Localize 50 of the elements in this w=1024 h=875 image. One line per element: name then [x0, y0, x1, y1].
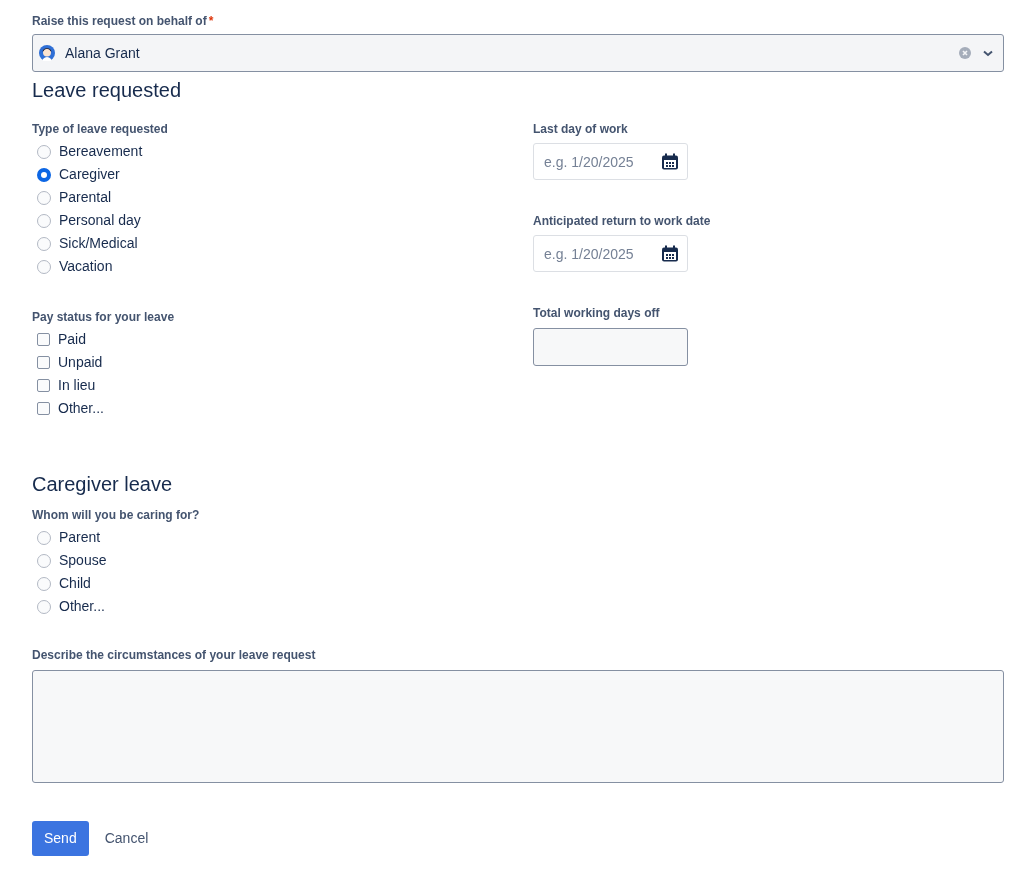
- text-field[interactable]: [533, 328, 688, 366]
- option-label: Parental: [59, 188, 112, 207]
- option-label: Caregiver: [59, 165, 120, 184]
- radio-button[interactable]: [37, 530, 51, 545]
- send-button[interactable]: Send: [32, 821, 89, 856]
- option-label: Other...: [59, 597, 105, 616]
- date-field[interactable]: e.g. 1/20/2025: [533, 235, 688, 272]
- field-label: Raise this request on behalf of: [32, 13, 207, 30]
- section-title: Caregiver leave: [32, 472, 174, 496]
- checkbox[interactable]: [37, 333, 50, 346]
- option-label: In lieu: [58, 376, 96, 395]
- radio-button[interactable]: [37, 553, 51, 568]
- option-label: Sick/Medical: [59, 234, 138, 253]
- cancel-button[interactable]: Cancel: [96, 821, 157, 856]
- field-label: Last day of work: [533, 121, 628, 138]
- section-title: Leave requested: [32, 78, 182, 102]
- required-marker: *: [208, 14, 214, 28]
- chevron-down-icon: [983, 49, 993, 57]
- radio-button[interactable]: [37, 144, 51, 159]
- option-label: Personal day: [59, 211, 141, 230]
- checkbox[interactable]: [37, 379, 50, 392]
- option-label: Child: [59, 574, 91, 593]
- radio-button[interactable]: [37, 190, 51, 205]
- field-label: Whom will you be caring for?: [32, 507, 200, 524]
- user-select[interactable]: Alana Grant: [32, 34, 1004, 72]
- option-label: Other...: [58, 399, 104, 418]
- option-label: Parent: [59, 528, 101, 547]
- option-label: Vacation: [59, 257, 113, 276]
- field-label: Type of leave requested: [32, 121, 168, 138]
- option-label: Bereavement: [59, 142, 143, 161]
- radio-button[interactable]: [37, 599, 51, 614]
- radio-button[interactable]: [37, 167, 51, 182]
- date-field[interactable]: e.g. 1/20/2025: [533, 143, 688, 180]
- selected-user: Alana Grant: [65, 43, 140, 63]
- radio-button[interactable]: [37, 236, 51, 251]
- field-label: Describe the circumstances of your leave request: [32, 647, 316, 664]
- checkbox[interactable]: [37, 402, 50, 415]
- clear-icon: [959, 47, 971, 59]
- checkbox[interactable]: [37, 356, 50, 369]
- option-label: Spouse: [59, 551, 107, 570]
- radio-button[interactable]: [37, 213, 51, 228]
- description-textarea[interactable]: [32, 670, 1004, 783]
- field-label: Anticipated return to work date: [533, 213, 711, 230]
- field-label: Pay status for your leave: [32, 309, 175, 326]
- avatar-icon: [39, 45, 55, 61]
- field-label: Total working days off: [533, 305, 660, 322]
- option-label: Unpaid: [58, 353, 103, 372]
- radio-button[interactable]: [37, 576, 51, 591]
- radio-button[interactable]: [37, 259, 51, 274]
- option-label: Paid: [58, 330, 87, 349]
